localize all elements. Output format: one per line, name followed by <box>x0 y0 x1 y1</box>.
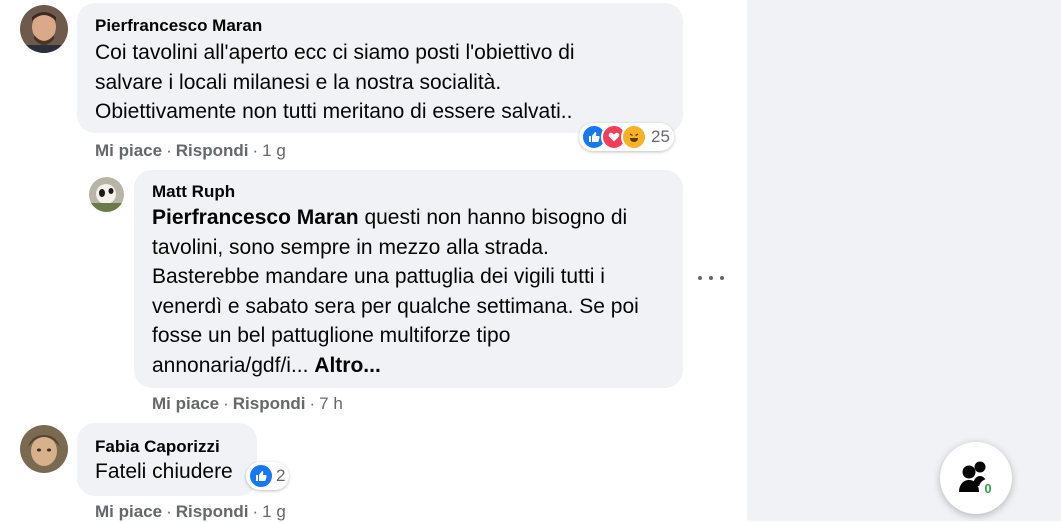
separator: · <box>166 141 172 160</box>
avatar[interactable] <box>89 177 124 212</box>
comment-line: venerdì e sabato sera per qualche settim… <box>152 294 639 318</box>
avatar-image <box>20 425 68 473</box>
avatar-image <box>89 177 124 212</box>
like-link[interactable]: Mi piace <box>152 394 219 413</box>
haha-icon <box>621 124 647 150</box>
timestamp-link[interactable]: 1 g <box>262 502 286 521</box>
comment-line: salvare i locali milanesi e la nostra so… <box>95 70 502 94</box>
separator: · <box>223 394 229 413</box>
comment-actions: Mi piace · Rispondi · 7 h <box>152 394 343 414</box>
reply-link[interactable]: Rispondi <box>233 394 306 413</box>
right-side-panel <box>747 0 1061 521</box>
online-count-badge: 0 <box>979 479 997 497</box>
comment-author[interactable]: Matt Ruph <box>152 182 235 202</box>
separator: · <box>309 394 316 413</box>
comment-line: annonaria/gdf/i... Altro... <box>152 351 639 381</box>
comment-line: tavolini, sono sempre in mezzo alla stra… <box>152 235 549 259</box>
comment-author[interactable]: Pierfrancesco Maran <box>95 16 262 36</box>
comment-line: Fateli chiudere <box>95 460 233 483</box>
comment-author[interactable]: Fabia Caporizzi <box>95 437 220 457</box>
comment-text: Coi tavolini all'aperto ecc ci siamo pos… <box>95 38 575 127</box>
like-link[interactable]: Mi piace <box>95 141 162 160</box>
separator: · <box>252 502 259 521</box>
reply-link[interactable]: Rispondi <box>176 502 249 521</box>
people-icon <box>959 461 987 492</box>
timestamp-link[interactable]: 1 g <box>262 141 286 160</box>
separator: · <box>166 502 172 521</box>
avatar[interactable] <box>20 425 68 473</box>
reactions-summary[interactable]: 2 <box>246 462 290 490</box>
avatar-image <box>20 5 68 53</box>
comment-line: Coi tavolini all'aperto ecc ci siamo pos… <box>95 41 575 64</box>
more-options-icon[interactable] <box>698 268 724 288</box>
comment-line-text: annonaria/gdf/i... <box>152 353 315 377</box>
avatar[interactable] <box>20 5 68 53</box>
mention-link[interactable]: Pierfrancesco Maran <box>152 206 359 229</box>
comment-line: Basterebbe mandare una pattuglia dei vig… <box>152 265 605 288</box>
reactions-summary[interactable]: 25 <box>579 123 674 151</box>
comment-line: Pierfrancesco Maran questi non hanno bis… <box>152 203 639 233</box>
comment-text: Pierfrancesco Maran questi non hanno bis… <box>152 203 639 380</box>
comment-actions: Mi piace · Rispondi · 1 g <box>95 502 286 522</box>
comment-text: Fateli chiudere <box>95 457 233 487</box>
reaction-count: 25 <box>651 127 670 146</box>
comment-line: Obiettivamente non tutti meritano di ess… <box>95 100 573 123</box>
comment-actions: Mi piace · Rispondi · 1 g <box>95 141 286 161</box>
timestamp-link[interactable]: 7 h <box>319 394 343 413</box>
like-link[interactable]: Mi piace <box>95 502 162 521</box>
like-icon <box>248 463 274 489</box>
see-more-link[interactable]: Altro... <box>314 354 381 377</box>
comment-line-text: questi non hanno bisogno di <box>358 206 628 229</box>
separator: · <box>252 141 259 160</box>
comment-line: fosse un bel pattuglione multiforze tipo <box>152 324 511 347</box>
contacts-button[interactable] <box>940 442 1012 514</box>
reply-link[interactable]: Rispondi <box>176 141 249 160</box>
reaction-count: 2 <box>276 466 286 485</box>
